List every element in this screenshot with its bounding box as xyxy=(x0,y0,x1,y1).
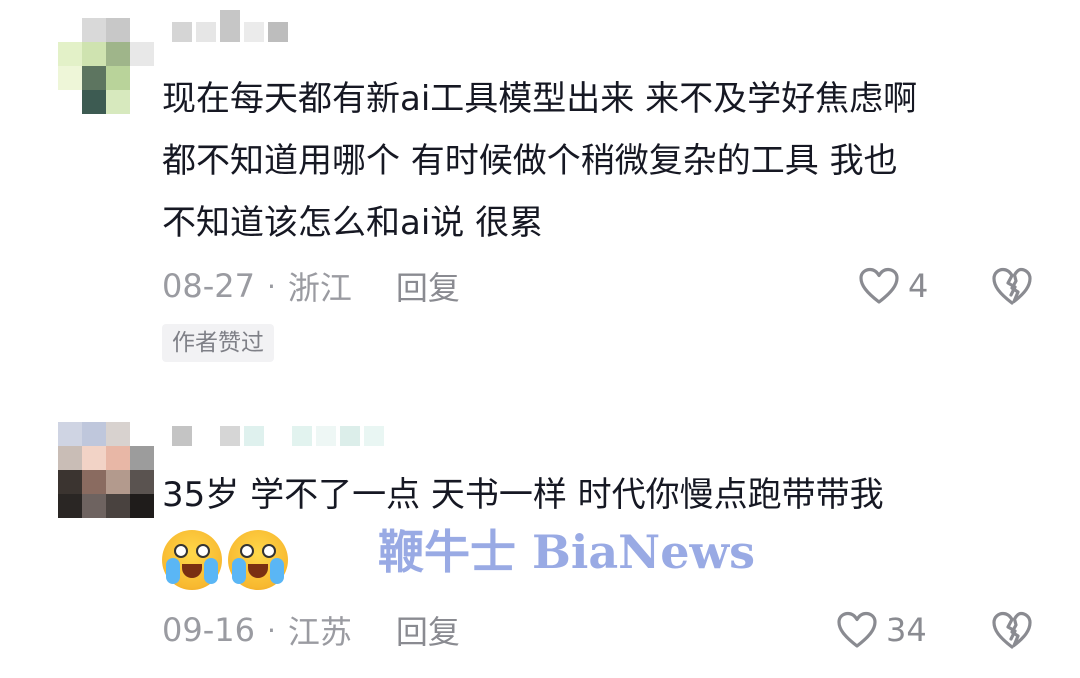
author-liked-badge: 作者赞过 xyxy=(162,324,274,362)
emoji-row xyxy=(162,530,288,590)
heart-icon xyxy=(859,267,899,304)
comment-text: 现在每天都有新ai工具模型出来 来不及学好焦虑啊 都不知道用哪个 有时候做个稍微… xyxy=(162,79,918,243)
like-count: 4 xyxy=(908,267,929,305)
reply-button[interactable]: 回复 xyxy=(396,263,460,309)
broken-heart-icon[interactable] xyxy=(990,266,1034,306)
comment-item: 现在每天都有新ai工具模型出来 来不及学好焦虑啊 都不知道用哪个 有时候做个稍微… xyxy=(0,0,1080,400)
username-pixelated[interactable] xyxy=(172,10,292,46)
avatar[interactable] xyxy=(58,18,154,114)
watermark: 鞭牛士 BiaNews xyxy=(378,525,755,579)
comment-date: 09-16 xyxy=(162,611,255,649)
comment-meta: 08-27 · 浙江 回复 xyxy=(162,263,460,309)
comment-location: 浙江 xyxy=(287,269,352,307)
heart-icon xyxy=(837,611,877,648)
crying-laughing-emoji xyxy=(228,530,288,590)
comment-meta: 09-16 · 江苏 回复 xyxy=(162,607,460,653)
meta-separator: · xyxy=(266,269,276,303)
meta-separator: · xyxy=(266,613,276,647)
comment-location: 江苏 xyxy=(287,613,352,651)
crying-laughing-emoji xyxy=(162,530,222,590)
like-count: 34 xyxy=(886,611,927,649)
reply-button[interactable]: 回复 xyxy=(396,607,460,653)
like-button[interactable]: 34 xyxy=(836,610,927,650)
comment-date: 08-27 xyxy=(162,267,255,305)
avatar[interactable] xyxy=(58,422,154,518)
broken-heart-icon[interactable] xyxy=(990,610,1034,650)
like-button[interactable]: 4 xyxy=(858,266,928,306)
username-pixelated[interactable] xyxy=(172,426,388,450)
